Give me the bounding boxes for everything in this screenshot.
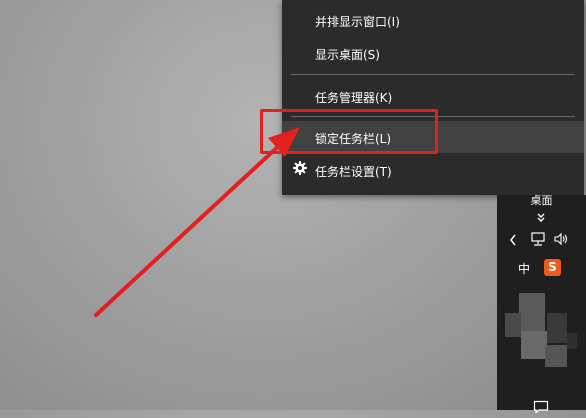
annotation-arrow xyxy=(94,127,300,317)
